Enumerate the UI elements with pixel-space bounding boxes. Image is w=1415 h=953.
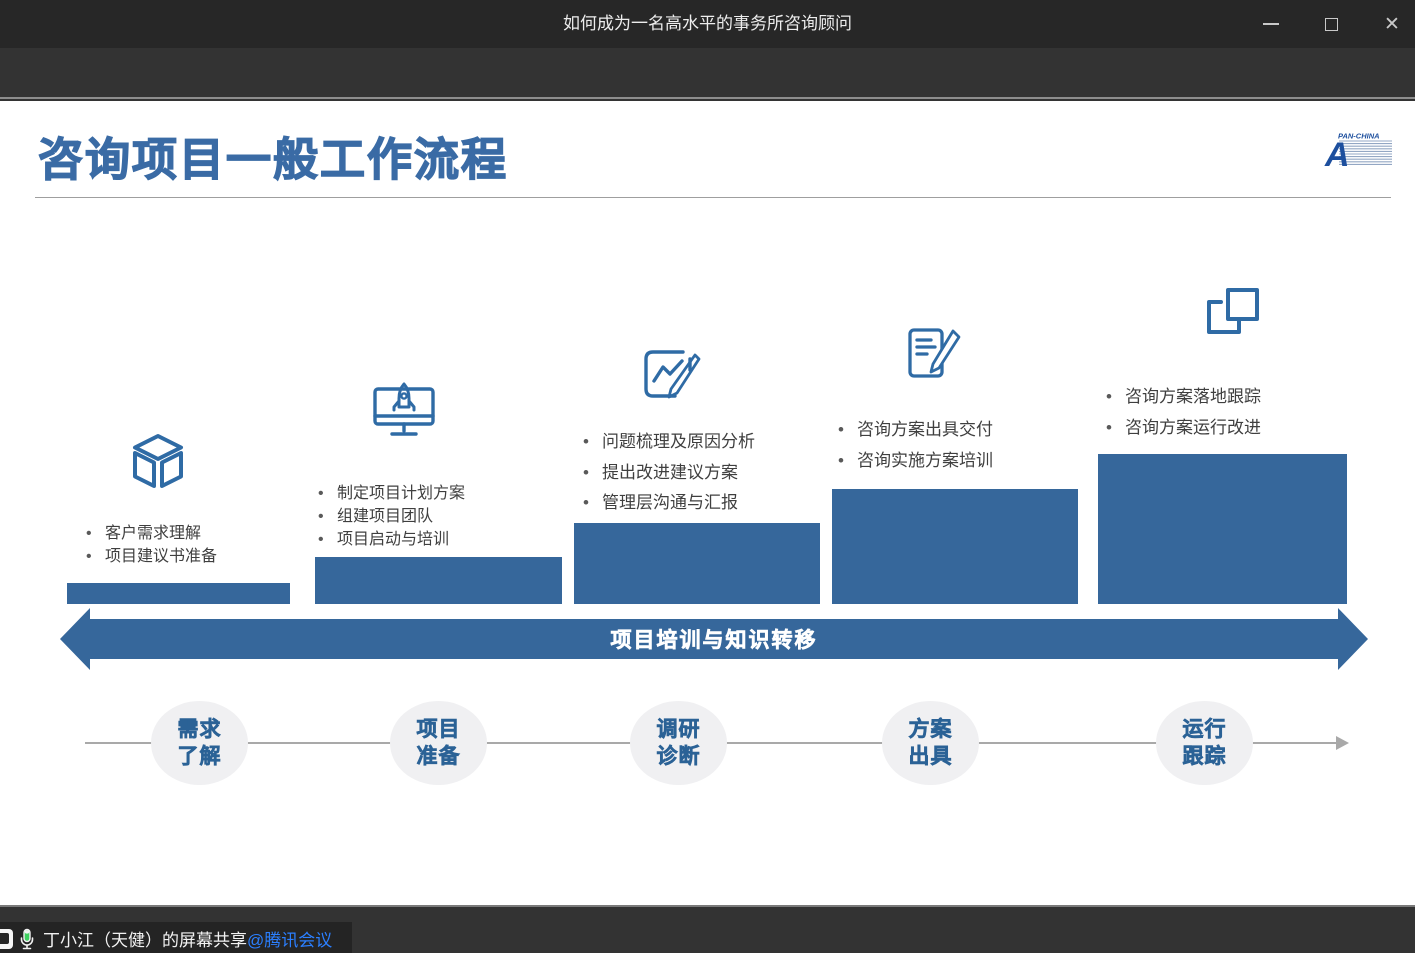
node-label-line: 需求 bbox=[177, 718, 222, 742]
bullet-item: 咨询实施方案培训 bbox=[838, 446, 993, 477]
cube-icon bbox=[133, 434, 183, 488]
window-toolbar-strip bbox=[0, 48, 1415, 99]
timeline-node-preparation: 项目 准备 bbox=[390, 701, 487, 785]
window-title: 如何成为一名高水平的事务所咨询顾问 bbox=[563, 14, 852, 33]
minimize-button[interactable] bbox=[1251, 0, 1291, 48]
meeting-app-link[interactable]: @腾讯会议 bbox=[247, 926, 332, 951]
stage-4-bar bbox=[832, 489, 1078, 604]
bullet-item: 项目建议书准备 bbox=[86, 545, 217, 568]
slide-canvas: 咨询项目一般工作流程 PAN-CHINA A • 客户需求理解 • 项目建议书准… bbox=[0, 101, 1415, 905]
node-label-line: 诊断 bbox=[656, 745, 701, 769]
bullet-item: 问题梳理及原因分析 bbox=[583, 427, 755, 458]
stage-2-bar bbox=[315, 557, 562, 604]
timeline-node-demand: 需求 了解 bbox=[151, 701, 248, 785]
node-label-line: 项目 bbox=[416, 718, 461, 742]
share-status-bar: 丁小江（天健）的屏幕共享 @腾讯会议 bbox=[0, 905, 1415, 953]
timeline-node-tracking: 运行 跟踪 bbox=[1156, 701, 1253, 785]
banner-label: 项目培训与知识转移 bbox=[610, 629, 818, 652]
bullet-item: 提出改进建议方案 bbox=[583, 458, 755, 489]
microphone-icon bbox=[20, 928, 34, 949]
screen-share-toast: 丁小江（天健）的屏幕共享 @腾讯会议 bbox=[0, 922, 352, 953]
document-pencil-icon bbox=[908, 328, 961, 378]
node-label-line: 出具 bbox=[908, 745, 953, 769]
node-label-line: 方案 bbox=[908, 718, 953, 742]
stage-4-bullets: 咨询方案出具交付 咨询实施方案培训 bbox=[838, 415, 993, 476]
stage-3-bullets: 问题梳理及原因分析 提出改进建议方案 管理层沟通与汇报 bbox=[583, 427, 755, 519]
share-speaker-label: 丁小江（天健）的屏幕共享 bbox=[43, 931, 247, 950]
stage-5-bullets: 咨询方案落地跟踪 咨询方案运行改进 bbox=[1106, 382, 1261, 443]
slide-title: 咨询项目一般工作流程 bbox=[37, 133, 509, 185]
bullet-item: 客户需求理解 bbox=[86, 522, 217, 545]
chart-pencil-icon bbox=[644, 350, 701, 399]
timeline-node-solution: 方案 出具 bbox=[882, 701, 979, 785]
bullet-item: 咨询方案运行改进 bbox=[1106, 413, 1261, 444]
bullet-item: 项目启动与培训 bbox=[318, 528, 465, 551]
node-label-line: 跟踪 bbox=[1182, 745, 1227, 769]
knowledge-transfer-banner: 项目培训与知识转移 bbox=[60, 608, 1368, 670]
bullet-item: 组建项目团队 bbox=[318, 505, 465, 528]
maximize-icon bbox=[1324, 17, 1338, 31]
stage-2-bullets: 制定项目计划方案 组建项目团队 项目启动与培训 bbox=[318, 482, 465, 551]
title-divider bbox=[35, 197, 1391, 198]
overlapping-squares-icon bbox=[1207, 288, 1259, 334]
logo-letter: A bbox=[1324, 136, 1350, 169]
node-label-line: 准备 bbox=[416, 745, 461, 769]
maximize-button[interactable] bbox=[1311, 0, 1351, 48]
bullet-item: 咨询方案落地跟踪 bbox=[1106, 382, 1261, 413]
close-button[interactable]: ✕ bbox=[1372, 0, 1412, 48]
screen-share-icon bbox=[0, 928, 13, 949]
stage-5-bar bbox=[1098, 454, 1347, 604]
stage-3-bar bbox=[574, 523, 820, 604]
monitor-rocket-icon bbox=[373, 382, 435, 436]
node-label-line: 调研 bbox=[656, 718, 701, 742]
bullet-item: 管理层沟通与汇报 bbox=[583, 488, 755, 519]
timeline-arrowhead-icon bbox=[1336, 736, 1349, 750]
node-label-line: 了解 bbox=[177, 745, 222, 769]
bullet-item: 咨询方案出具交付 bbox=[838, 415, 993, 446]
stage-1-bar bbox=[67, 583, 290, 604]
pan-china-logo: PAN-CHINA A bbox=[1324, 132, 1392, 169]
node-label-line: 运行 bbox=[1182, 718, 1227, 742]
minimize-icon bbox=[1263, 23, 1279, 25]
stage-1-bullets: 客户需求理解 项目建议书准备 bbox=[86, 522, 217, 568]
bullet-item: 制定项目计划方案 bbox=[318, 482, 465, 505]
timeline-node-diagnosis: 调研 诊断 bbox=[630, 701, 727, 785]
window-titlebar: 如何成为一名高水平的事务所咨询顾问 ✕ bbox=[0, 0, 1415, 48]
